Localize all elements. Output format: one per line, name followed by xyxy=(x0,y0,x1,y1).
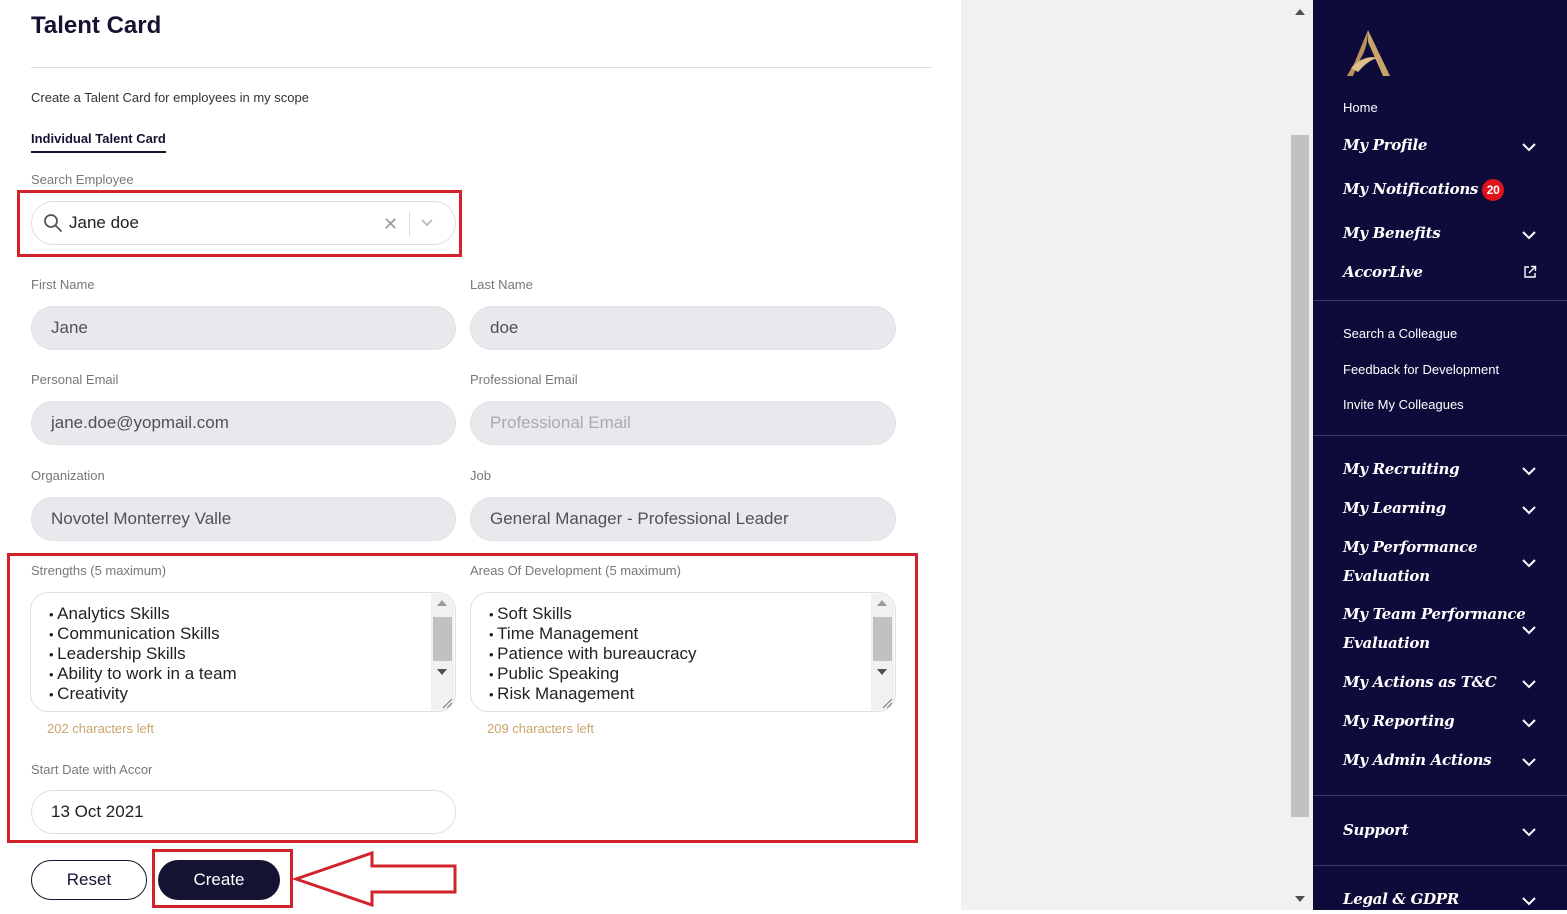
fields-highlight-box xyxy=(7,553,918,843)
title-divider xyxy=(31,67,931,68)
scroll-down-arrow-icon[interactable] xyxy=(1295,896,1305,902)
sidebar-item-search-colleague[interactable]: Search a Colleague xyxy=(1343,326,1457,341)
professional-email-field[interactable]: Professional Email xyxy=(470,401,896,445)
background-panel xyxy=(961,0,1313,910)
scroll-up-arrow-icon[interactable] xyxy=(1295,9,1305,15)
reset-button[interactable]: Reset xyxy=(31,860,147,900)
sidebar-item-feedback[interactable]: Feedback for Development xyxy=(1343,362,1499,377)
chevron-down-icon[interactable] xyxy=(1521,227,1537,243)
create-highlight-box xyxy=(152,849,293,908)
job-field[interactable]: General Manager - Professional Leader xyxy=(470,497,896,541)
sidebar-item-label: Evaluation xyxy=(1343,567,1430,585)
sidebar-divider xyxy=(1313,865,1567,866)
personal-email-label: Personal Email xyxy=(31,372,119,387)
sidebar-item-label: My Performance xyxy=(1343,538,1478,556)
sidebar-item-my-actions[interactable]: My Actions as T&C xyxy=(1343,668,1497,697)
external-link-icon[interactable] xyxy=(1523,265,1537,279)
sidebar-item-label: My Notifications xyxy=(1343,180,1479,198)
chevron-down-icon[interactable] xyxy=(1521,715,1537,731)
sidebar-item-my-performance[interactable]: My Performance Evaluation xyxy=(1343,533,1478,591)
page-title: Talent Card xyxy=(31,12,162,39)
sidebar-item-my-admin-actions[interactable]: My Admin Actions xyxy=(1343,746,1492,775)
accor-logo xyxy=(1347,30,1390,76)
search-highlight-box xyxy=(17,190,462,257)
page-subtitle: Create a Talent Card for employees in my… xyxy=(31,90,309,105)
sidebar-item-my-reporting[interactable]: My Reporting xyxy=(1343,707,1455,736)
chevron-down-icon[interactable] xyxy=(1521,139,1537,155)
chevron-down-icon[interactable] xyxy=(1521,502,1537,518)
notification-count-badge: 20 xyxy=(1482,179,1505,201)
sidebar-item-label: My Team Performance xyxy=(1343,605,1526,623)
sidebar-item-accorlive[interactable]: AccorLive xyxy=(1343,258,1423,287)
chevron-down-icon[interactable] xyxy=(1521,824,1537,840)
sidebar-item-my-learning[interactable]: My Learning xyxy=(1343,494,1446,523)
organization-field[interactable]: Novotel Monterrey Valle xyxy=(31,497,456,541)
sidebar-item-my-notifications[interactable]: My Notifications 20 xyxy=(1343,175,1505,204)
last-name-label: Last Name xyxy=(470,277,533,292)
chevron-down-icon[interactable] xyxy=(1521,622,1537,638)
sidebar: Home My Profile My Notifications 20 My Be… xyxy=(1313,0,1567,910)
sidebar-divider xyxy=(1313,795,1567,796)
page-scrollbar[interactable] xyxy=(1289,0,1311,910)
personal-email-field[interactable]: jane.doe@yopmail.com xyxy=(31,401,456,445)
tab-individual-talent-card[interactable]: Individual Talent Card xyxy=(31,131,166,153)
chevron-down-icon[interactable] xyxy=(1521,676,1537,692)
first-name-field[interactable]: Jane xyxy=(31,306,456,350)
sidebar-item-my-profile[interactable]: My Profile xyxy=(1343,131,1427,160)
scroll-thumb[interactable] xyxy=(1291,135,1309,817)
chevron-down-icon[interactable] xyxy=(1521,754,1537,770)
last-name-field[interactable]: doe xyxy=(470,306,896,350)
sidebar-divider xyxy=(1313,435,1567,436)
arrow-icon xyxy=(293,851,457,907)
chevron-down-icon[interactable] xyxy=(1521,555,1537,571)
sidebar-item-my-team-performance[interactable]: My Team Performance Evaluation xyxy=(1343,600,1526,658)
sidebar-item-invite[interactable]: Invite My Colleagues xyxy=(1343,397,1464,412)
sidebar-item-home[interactable]: Home xyxy=(1343,100,1378,115)
job-label: Job xyxy=(470,468,491,483)
sidebar-item-label: Evaluation xyxy=(1343,634,1430,652)
chevron-down-icon[interactable] xyxy=(1521,463,1537,479)
first-name-label: First Name xyxy=(31,277,95,292)
sidebar-item-my-benefits[interactable]: My Benefits xyxy=(1343,219,1441,248)
chevron-down-icon[interactable] xyxy=(1521,893,1537,909)
sidebar-divider xyxy=(1313,300,1567,301)
sidebar-item-my-recruiting[interactable]: My Recruiting xyxy=(1343,455,1460,484)
organization-label: Organization xyxy=(31,468,105,483)
professional-email-label: Professional Email xyxy=(470,372,578,387)
sidebar-item-support[interactable]: Support xyxy=(1343,816,1409,845)
search-employee-label: Search Employee xyxy=(31,172,134,187)
